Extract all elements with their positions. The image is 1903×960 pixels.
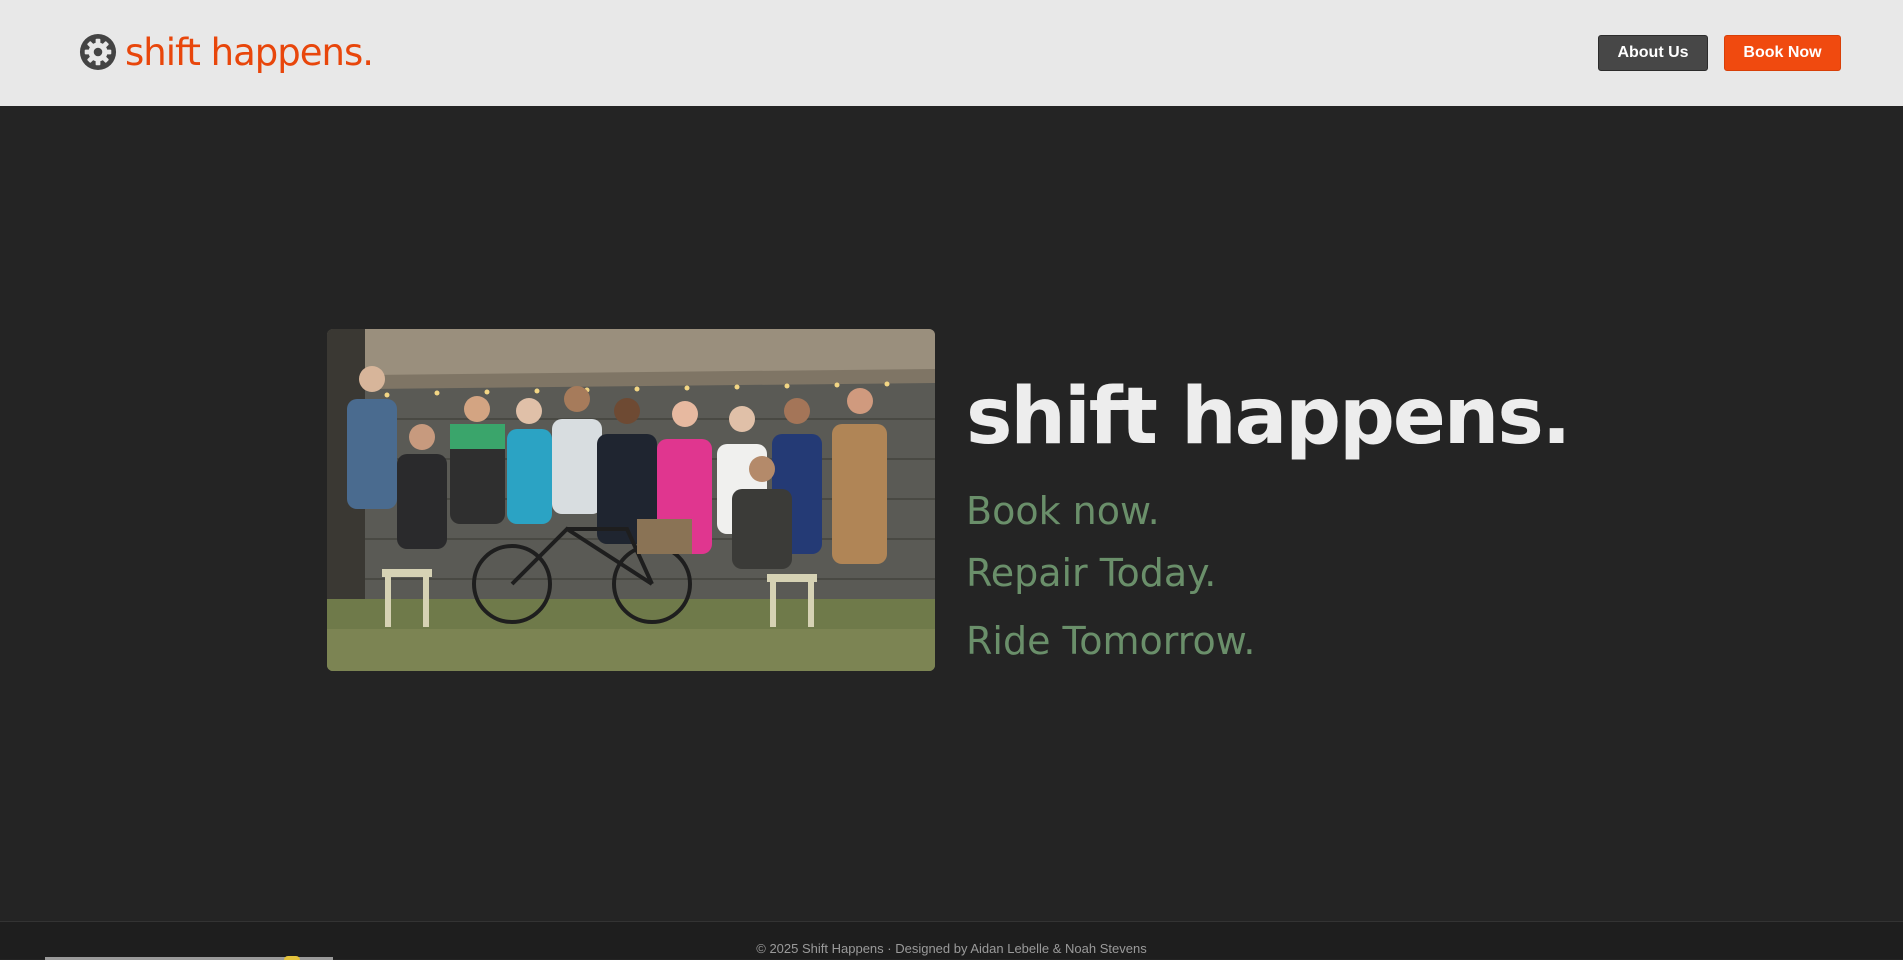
about-us-button[interactable]: About Us xyxy=(1598,35,1708,71)
book-now-button[interactable]: Book Now xyxy=(1724,35,1841,71)
logo-text: shift happens. xyxy=(125,30,374,74)
hero-title: shift happens. xyxy=(966,372,1571,462)
site-footer: © 2025 Shift Happens · Designed by Aidan… xyxy=(0,921,1903,960)
footer-accent-dot xyxy=(284,956,300,960)
gear-icon xyxy=(79,33,117,71)
hero-team-photo xyxy=(327,329,935,671)
footer-copyright: © 2025 Shift Happens · Designed by Aidan… xyxy=(756,941,1147,956)
site-logo[interactable]: shift happens. xyxy=(79,30,374,74)
tagline-repair-today: Repair Today. xyxy=(966,551,1217,595)
tagline-book-now: Book now. xyxy=(966,489,1160,533)
team-photo-illustration xyxy=(327,329,935,671)
site-header: shift happens. About Us Book Now xyxy=(0,0,1903,106)
tagline-ride-tomorrow: Ride Tomorrow. xyxy=(966,619,1256,663)
